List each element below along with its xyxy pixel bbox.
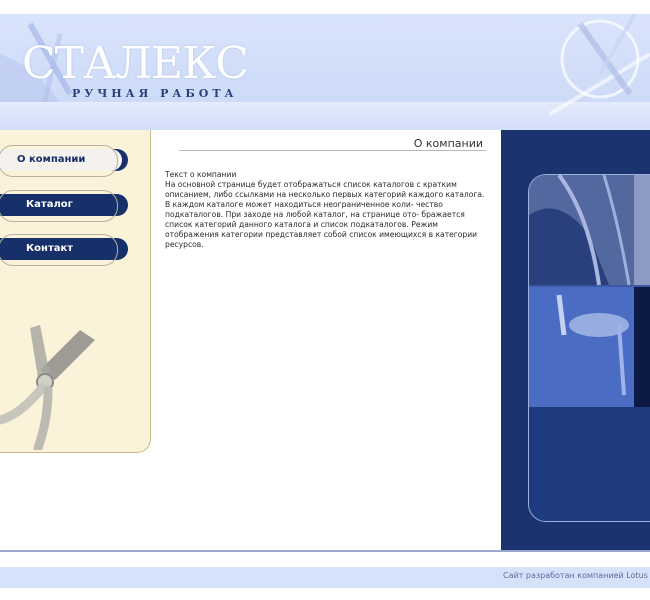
site-tagline: РУЧНАЯ РАБОТА [72,87,238,100]
title-divider [179,150,486,151]
nav-item-label: О компании [17,154,86,165]
pliers-icon [0,325,95,450]
nav-item-about[interactable]: О компании [0,145,128,177]
nav-item-label: Контакт [26,243,74,254]
content-body: Текст о компании На основной странице бу… [165,170,485,250]
site-footer: Сайт разработан компанией Lotus [0,567,650,588]
content-paragraph: На основной странице будет отображаться … [165,180,485,249]
product-photo [528,174,650,522]
nav-item-contact[interactable]: Контакт [0,234,128,266]
site-header: СТАЛЕКС РУЧНАЯ РАБОТА [0,14,650,130]
nav-item-label: Каталог [26,199,73,210]
footer-credit-link[interactable]: Сайт разработан компанией Lotus [503,571,650,580]
site-logo[interactable]: СТАЛЕКС [22,38,249,89]
page-title: О компании [413,137,483,150]
tools-photo-image [529,175,650,521]
decorative-scissors-icon [548,14,650,116]
footer-divider [0,550,650,552]
left-sidebar: О компании Каталог Контакт [0,130,151,453]
nav-item-catalog[interactable]: Каталог [0,190,128,222]
content-heading: Текст о компании [165,170,237,179]
